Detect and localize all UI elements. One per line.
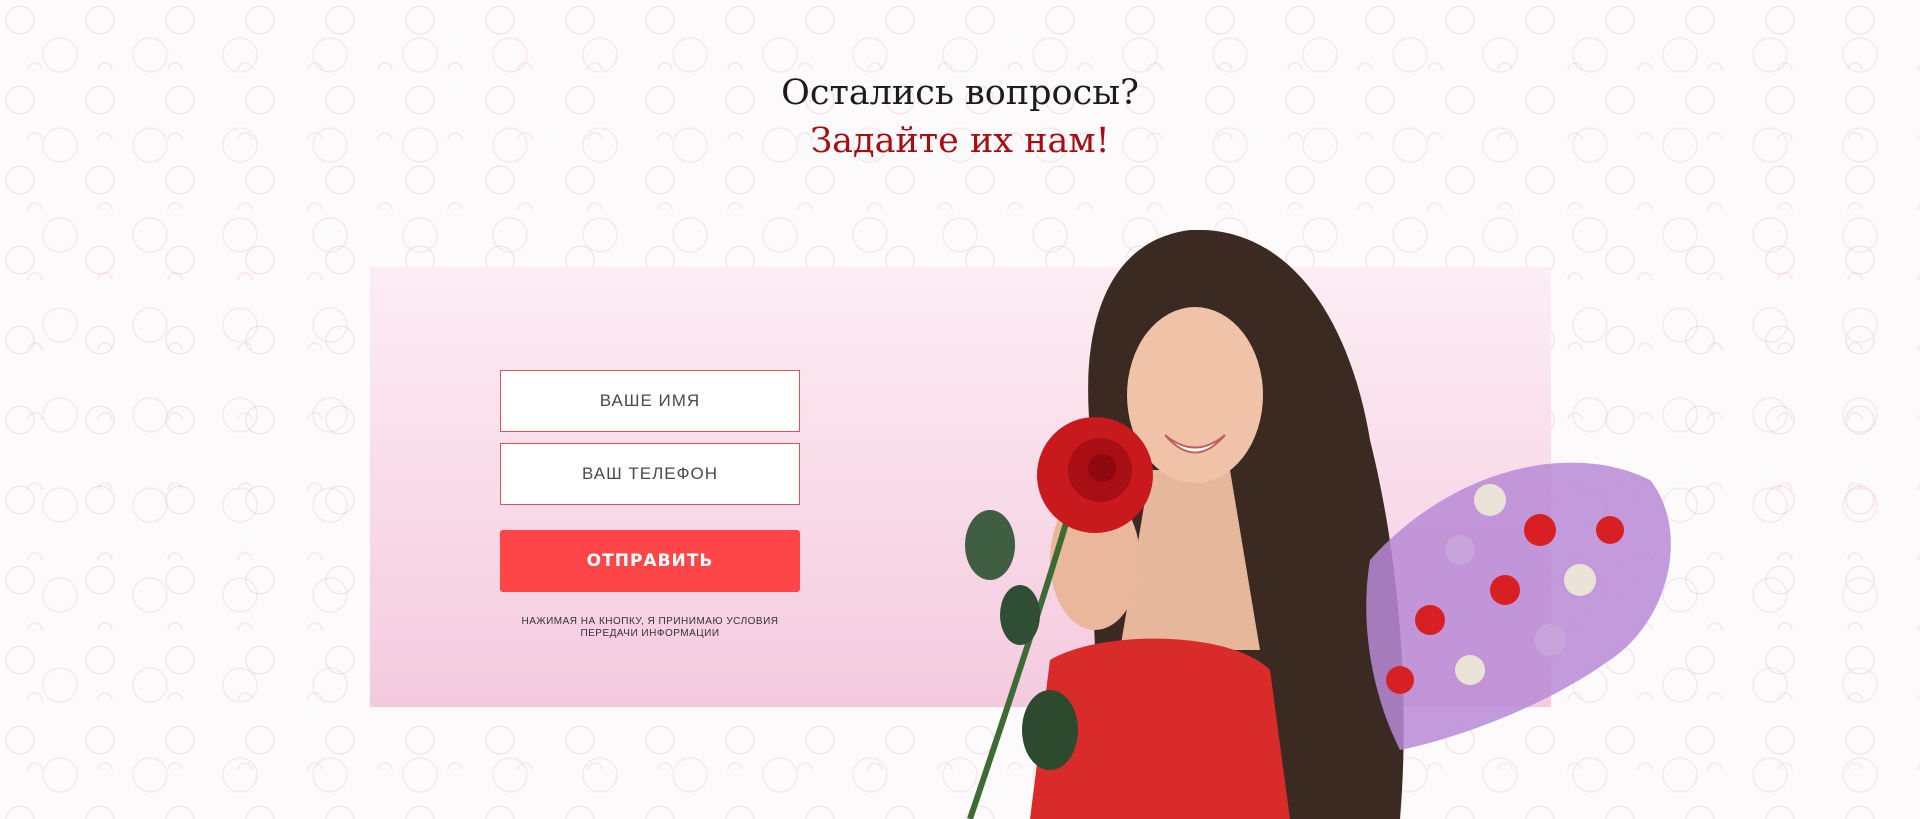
heading-question: Остались вопросы? bbox=[781, 73, 1139, 113]
tulip-shape bbox=[1415, 605, 1445, 635]
tulip-shape bbox=[1455, 655, 1485, 685]
name-input[interactable]: ВАШЕ ИМЯ bbox=[500, 370, 800, 432]
tulip-shape bbox=[1386, 666, 1414, 694]
bouquet-wrap bbox=[1366, 462, 1671, 750]
tulip-shape bbox=[1524, 514, 1556, 546]
phone-input[interactable]: ВАШ ТЕЛЕФОН bbox=[500, 443, 800, 505]
tulip-shape bbox=[1534, 624, 1566, 656]
tulip-shape bbox=[1445, 535, 1475, 565]
heading-call-to-action: Задайте их нам! bbox=[810, 121, 1110, 161]
consent-line-2: ПЕРЕДАЧИ ИНФОРМАЦИИ bbox=[580, 628, 720, 639]
rose-core bbox=[1088, 454, 1116, 482]
submit-button[interactable]: ОТПРАВИТЬ bbox=[500, 530, 800, 592]
leaf-shape bbox=[965, 510, 1015, 580]
woman-with-flowers-image bbox=[965, 230, 1671, 819]
section-heading: Остались вопросы? Задайте их нам! bbox=[0, 68, 1920, 164]
consent-note: НАЖИМАЯ НА КНОПКУ, Я ПРИНИМАЮ УСЛОВИЯ ПЕ… bbox=[500, 616, 800, 640]
tulip-shape bbox=[1490, 575, 1520, 605]
tulip-shape bbox=[1564, 564, 1596, 596]
leaf-shape bbox=[1022, 690, 1078, 770]
consent-line-1: НАЖИМАЯ НА КНОПКУ, Я ПРИНИМАЮ УСЛОВИЯ bbox=[521, 616, 779, 627]
tulip-shape bbox=[1596, 516, 1624, 544]
tulip-shape bbox=[1474, 484, 1506, 516]
leaf-shape bbox=[1000, 585, 1040, 645]
